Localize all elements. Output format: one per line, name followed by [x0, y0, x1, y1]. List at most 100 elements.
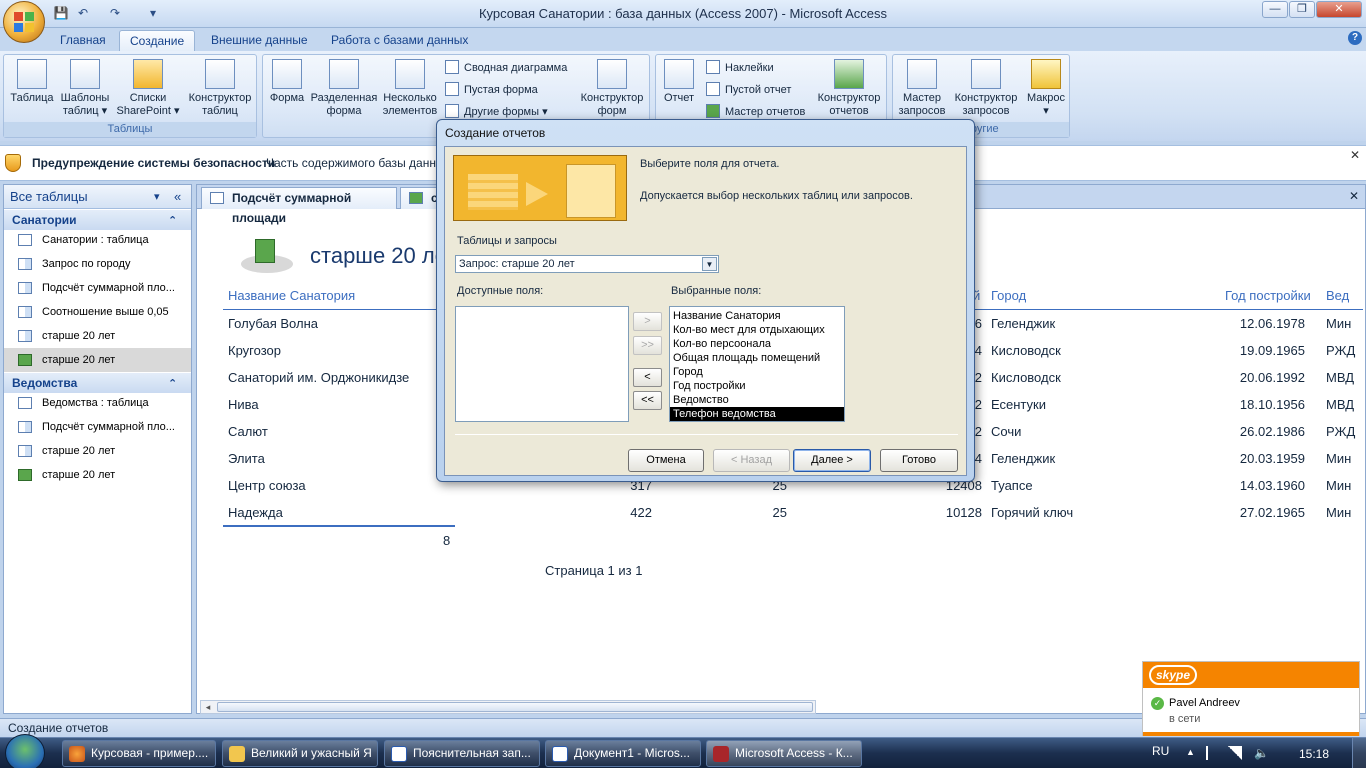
- available-fields-list[interactable]: [455, 306, 629, 422]
- cell-city: Кисловодск: [991, 343, 1061, 358]
- selected-field-item[interactable]: Год постройки: [670, 379, 844, 393]
- pivot-chart-button[interactable]: Сводная диаграмма: [445, 58, 567, 78]
- table-button[interactable]: Таблица: [6, 59, 58, 105]
- taskbar-item-word-2[interactable]: Документ1 - Micros...: [545, 740, 701, 767]
- labels-button[interactable]: Наклейки: [706, 58, 774, 78]
- nav-item[interactable]: старше 20 лет: [4, 463, 191, 487]
- add-all-fields-button[interactable]: >>: [633, 336, 662, 355]
- horizontal-scrollbar[interactable]: ◂: [200, 700, 816, 714]
- doc-tab-report[interactable]: с: [400, 187, 440, 209]
- report-design-button[interactable]: Конструктор отчетов: [812, 59, 886, 118]
- scroll-thumb[interactable]: [217, 702, 813, 712]
- volume-icon[interactable]: 🔈: [1254, 746, 1269, 760]
- close-icon[interactable]: ✕: [1349, 189, 1359, 203]
- nav-group-sanatorii[interactable]: Санатории ⌃: [4, 210, 191, 230]
- network-icon[interactable]: [1228, 746, 1242, 760]
- finish-button[interactable]: Готово: [880, 449, 958, 472]
- remove-all-fields-button[interactable]: <<: [633, 391, 662, 410]
- report-button[interactable]: Отчет: [658, 59, 700, 105]
- query-wizard-button[interactable]: Мастер запросов: [895, 59, 949, 118]
- skype-notification[interactable]: skype ✓ Pavel Andreev в сети: [1142, 661, 1360, 736]
- close-icon[interactable]: ✕: [1350, 148, 1360, 162]
- table-design-button[interactable]: Конструктор таблиц: [184, 59, 256, 118]
- sharepoint-lists-button[interactable]: Списки SharePoint ▾: [112, 59, 184, 118]
- maximize-button[interactable]: ❐: [1289, 1, 1315, 18]
- nav-item[interactable]: Подсчёт суммарной пло...: [4, 276, 191, 300]
- language-indicator[interactable]: RU: [1152, 744, 1169, 758]
- col-header-city: Город: [991, 288, 1027, 303]
- form-design-button[interactable]: Конструктор форм: [575, 59, 649, 118]
- tab-external-data[interactable]: Внешние данные: [201, 30, 318, 51]
- taskbar-item-firefox[interactable]: Курсовая - пример....: [62, 740, 216, 767]
- split-form-button[interactable]: Разделенная форма: [309, 59, 379, 118]
- clock[interactable]: 15:18: [1299, 747, 1329, 761]
- selected-field-item[interactable]: Название Санатория: [670, 309, 844, 323]
- tab-database-tools[interactable]: Работа с базами данных: [321, 30, 478, 51]
- col-header-name: Название Санатория: [228, 288, 356, 303]
- cell-name: Кругозор: [228, 343, 281, 358]
- dialog-title: Создание отчетов: [445, 126, 546, 140]
- blank-form-button[interactable]: Пустая форма: [445, 80, 538, 100]
- report-wizard-dialog: Создание отчетов Выберите поля для отчет…: [436, 119, 975, 482]
- tables-queries-select[interactable]: Запрос: старше 20 лет ▼: [455, 255, 719, 273]
- title-bar: 💾 ↶ ↷ ▾ Курсовая Санатории : база данных…: [0, 0, 1366, 28]
- cancel-button[interactable]: Отмена: [628, 449, 704, 472]
- selected-fields-list[interactable]: Название Санатория Кол-во мест для отдыха…: [669, 306, 845, 422]
- nav-group-vedomstva[interactable]: Ведомства ⌃: [4, 373, 191, 393]
- skype-header: skype: [1143, 662, 1359, 688]
- add-field-button[interactable]: >: [633, 312, 662, 331]
- scroll-left-icon[interactable]: ◂: [201, 701, 215, 713]
- tab-create[interactable]: Создание: [119, 30, 196, 51]
- taskbar-item-folder[interactable]: Великий и ужасный Я: [222, 740, 378, 767]
- window-title: Курсовая Санатории : база данных (Access…: [478, 6, 888, 21]
- macro-button[interactable]: Макрос ▾: [1023, 59, 1069, 118]
- help-icon[interactable]: ?: [1348, 31, 1362, 45]
- selected-field-item[interactable]: Кол-во персоонала: [670, 337, 844, 351]
- nav-item[interactable]: старше 20 лет: [4, 439, 191, 463]
- nav-item-selected[interactable]: старше 20 лет: [4, 348, 191, 372]
- cell-name: Нива: [228, 397, 259, 412]
- remove-field-button[interactable]: <: [633, 368, 662, 387]
- collapse-pane-icon[interactable]: «: [174, 185, 181, 209]
- available-fields-label: Доступные поля:: [457, 285, 544, 297]
- selected-field-item[interactable]: Ведомство: [670, 393, 844, 407]
- next-button[interactable]: Далее >: [793, 449, 871, 472]
- form-button[interactable]: Форма: [265, 59, 309, 105]
- selected-field-item[interactable]: Город: [670, 365, 844, 379]
- taskbar-item-access[interactable]: Microsoft Access - К...: [706, 740, 862, 767]
- query-icon: [18, 258, 32, 270]
- minimize-button[interactable]: —: [1262, 1, 1288, 18]
- chevron-down-icon[interactable]: ▾: [154, 185, 160, 209]
- taskbar-item-word-1[interactable]: Пояснительная зап...: [384, 740, 540, 767]
- col-header-ved: Вед: [1326, 288, 1350, 303]
- start-button[interactable]: [5, 734, 45, 768]
- chevron-down-icon[interactable]: ▼: [702, 257, 717, 271]
- nav-item[interactable]: Ведомства : таблица: [4, 391, 191, 415]
- report-icon: [664, 59, 694, 89]
- nav-item[interactable]: Санатории : таблица: [4, 228, 191, 252]
- table-templates-button[interactable]: Шаблоны таблиц ▾: [58, 59, 112, 118]
- cell-city: Геленджик: [991, 451, 1056, 466]
- office-button[interactable]: [3, 1, 45, 43]
- nav-item[interactable]: Запрос по городу: [4, 252, 191, 276]
- query-icon: [18, 421, 32, 433]
- taskbar: Курсовая - пример.... Великий и ужасный …: [0, 734, 1366, 768]
- close-button[interactable]: ✕: [1316, 1, 1362, 18]
- back-button[interactable]: < Назад: [713, 449, 790, 472]
- nav-item[interactable]: Подсчёт суммарной пло...: [4, 415, 191, 439]
- tray-expand-icon[interactable]: ▲: [1186, 747, 1195, 757]
- nav-header[interactable]: Все таблицы ▾ «: [4, 185, 191, 209]
- blank-report-button[interactable]: Пустой отчет: [706, 80, 791, 100]
- doc-tab-summary[interactable]: Подсчёт суммарной площади: [201, 187, 397, 225]
- selected-field-item[interactable]: Кол-во мест для отдыхающих: [670, 323, 844, 337]
- flag-icon[interactable]: [1206, 746, 1218, 760]
- query-design-button[interactable]: Конструктор запросов: [949, 59, 1023, 118]
- query-icon: [18, 282, 32, 294]
- selected-field-item[interactable]: Телефон ведомства: [670, 407, 844, 421]
- nav-item[interactable]: Соотношение выше 0,05: [4, 300, 191, 324]
- show-desktop-button[interactable]: [1352, 738, 1366, 768]
- multiple-items-button[interactable]: Несколько элементов: [379, 59, 441, 118]
- tab-home[interactable]: Главная: [50, 30, 116, 51]
- selected-field-item[interactable]: Общая площадь помещений: [670, 351, 844, 365]
- nav-item[interactable]: старше 20 лет: [4, 324, 191, 348]
